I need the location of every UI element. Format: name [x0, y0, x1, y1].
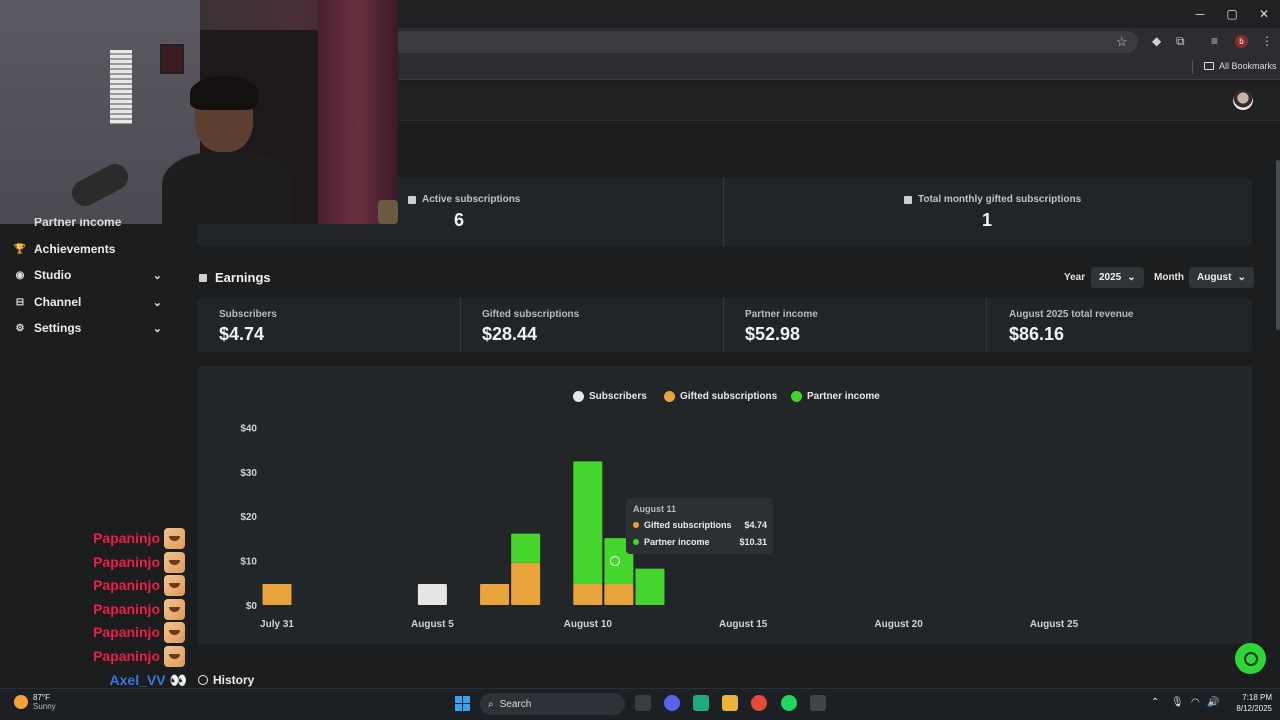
page-scrollbar[interactable] — [1276, 160, 1280, 330]
history-title: History — [213, 673, 255, 687]
chat-username: Papaninjo — [93, 624, 160, 640]
tray-chevron-icon[interactable]: ⌃ — [1151, 697, 1159, 708]
screen: ─ ▢ ✕ ☆ ◆ ⧉ ≡ b ⋮ All Bookmarks Active s… — [0, 0, 1280, 720]
headset-icon — [1243, 651, 1258, 666]
obs-icon[interactable] — [810, 695, 826, 711]
task-view-icon[interactable] — [635, 695, 651, 711]
chrome-icon[interactable] — [751, 695, 767, 711]
chat-message: Papaninjo — [80, 551, 185, 573]
chart-tooltip: August 11 Gifted subscriptions $4.74 Par… — [626, 498, 773, 554]
chat-username: Papaninjo — [93, 601, 160, 617]
y-tick-label: $0 — [246, 601, 258, 612]
bar-segment-gifted — [511, 562, 541, 605]
chat-message: Axel_VV 👀 — [80, 670, 188, 690]
bar-segment-gifted — [604, 583, 634, 605]
emote-icon — [164, 598, 185, 620]
microphone-icon[interactable]: 🎙 — [1171, 697, 1184, 708]
eyes-emote-icon: 👀 — [169, 671, 187, 688]
tooltip-series-name: Partner income — [644, 537, 710, 547]
chat-message: Papaninjo — [80, 574, 185, 596]
clock-time: 7:18 PM — [1242, 693, 1272, 702]
chat-username: Axel_VV — [109, 672, 166, 688]
y-tick-label: $40 — [240, 423, 257, 434]
volume-icon[interactable]: 🔊 — [1207, 697, 1219, 708]
search-icon: ⌕ — [488, 698, 494, 710]
emote-icon — [164, 574, 185, 596]
zoom-cursor-icon — [610, 556, 620, 566]
taskbar-search-label: Search — [499, 698, 532, 710]
bar-segment-partner — [511, 533, 541, 563]
tooltip-series-value: $4.74 — [744, 520, 767, 530]
chat-message: Papaninjo — [80, 645, 185, 667]
emote-icon — [164, 621, 185, 643]
bar-segment-gifted — [573, 583, 603, 605]
chat-username: Papaninjo — [93, 554, 160, 570]
bar-segment-partner — [573, 461, 603, 584]
y-tick-label: $20 — [240, 512, 257, 523]
chat-username: Papaninjo — [93, 648, 160, 664]
history-clock-icon — [198, 675, 208, 685]
x-tick-label: August 20 — [874, 619, 923, 630]
wifi-icon[interactable]: ◠ — [1191, 697, 1200, 708]
tooltip-row-partner: Partner income $10.31 — [633, 537, 767, 547]
windows-start-icon[interactable] — [455, 696, 470, 711]
bar-segment-gifted — [480, 583, 510, 605]
weather-widget[interactable]: 87°F Sunny — [14, 693, 56, 711]
tooltip-dot — [633, 522, 639, 528]
weather-condition: Sunny — [33, 702, 56, 711]
x-tick-label: August 25 — [1030, 619, 1079, 630]
earnings-chart: $0 $10 $20 $30 $40 July 31 August 5 August 10 Au… — [240, 423, 1079, 630]
weather-temp: 87°F — [33, 693, 50, 702]
file-explorer-icon[interactable] — [722, 695, 738, 711]
chat-username: Papaninjo — [93, 577, 160, 593]
y-tick-label: $30 — [240, 468, 257, 479]
sun-icon — [14, 695, 28, 709]
tooltip-date: August 11 — [633, 504, 677, 514]
bar-segment-gifted — [262, 583, 292, 605]
chat-message: Papaninjo — [80, 621, 185, 643]
clock-date: 8/12/2025 — [1236, 704, 1272, 713]
tooltip-series-name: Gifted subscriptions — [644, 520, 732, 530]
emote-icon — [164, 645, 185, 667]
taskbar-search[interactable]: ⌕ Search — [480, 693, 625, 715]
tooltip-row-gifted: Gifted subscriptions $4.74 — [633, 520, 767, 530]
spotify-icon[interactable] — [781, 695, 797, 711]
tooltip-series-value: $10.31 — [739, 537, 767, 547]
tooltip-dot — [633, 539, 639, 545]
x-tick-label: August 5 — [411, 619, 454, 630]
taskbar-clock[interactable]: 7:18 PM 8/12/2025 — [1222, 692, 1272, 714]
history-heading: History — [198, 673, 254, 687]
y-tick-label: $10 — [240, 557, 257, 568]
bar-segment-subscribers — [417, 583, 447, 605]
discord-icon[interactable] — [664, 695, 680, 711]
chat-username: Papaninjo — [93, 530, 160, 546]
emote-icon — [164, 527, 185, 549]
bar-segment-partner — [635, 568, 665, 605]
emote-icon — [164, 551, 185, 573]
x-tick-label: July 31 — [260, 619, 294, 630]
support-chat-button[interactable] — [1235, 643, 1266, 674]
x-tick-label: August 10 — [564, 619, 613, 630]
chat-message: Papaninjo — [80, 527, 185, 549]
chat-message: Papaninjo — [80, 598, 185, 620]
x-tick-label: August 15 — [719, 619, 768, 630]
app-icon[interactable] — [693, 695, 709, 711]
